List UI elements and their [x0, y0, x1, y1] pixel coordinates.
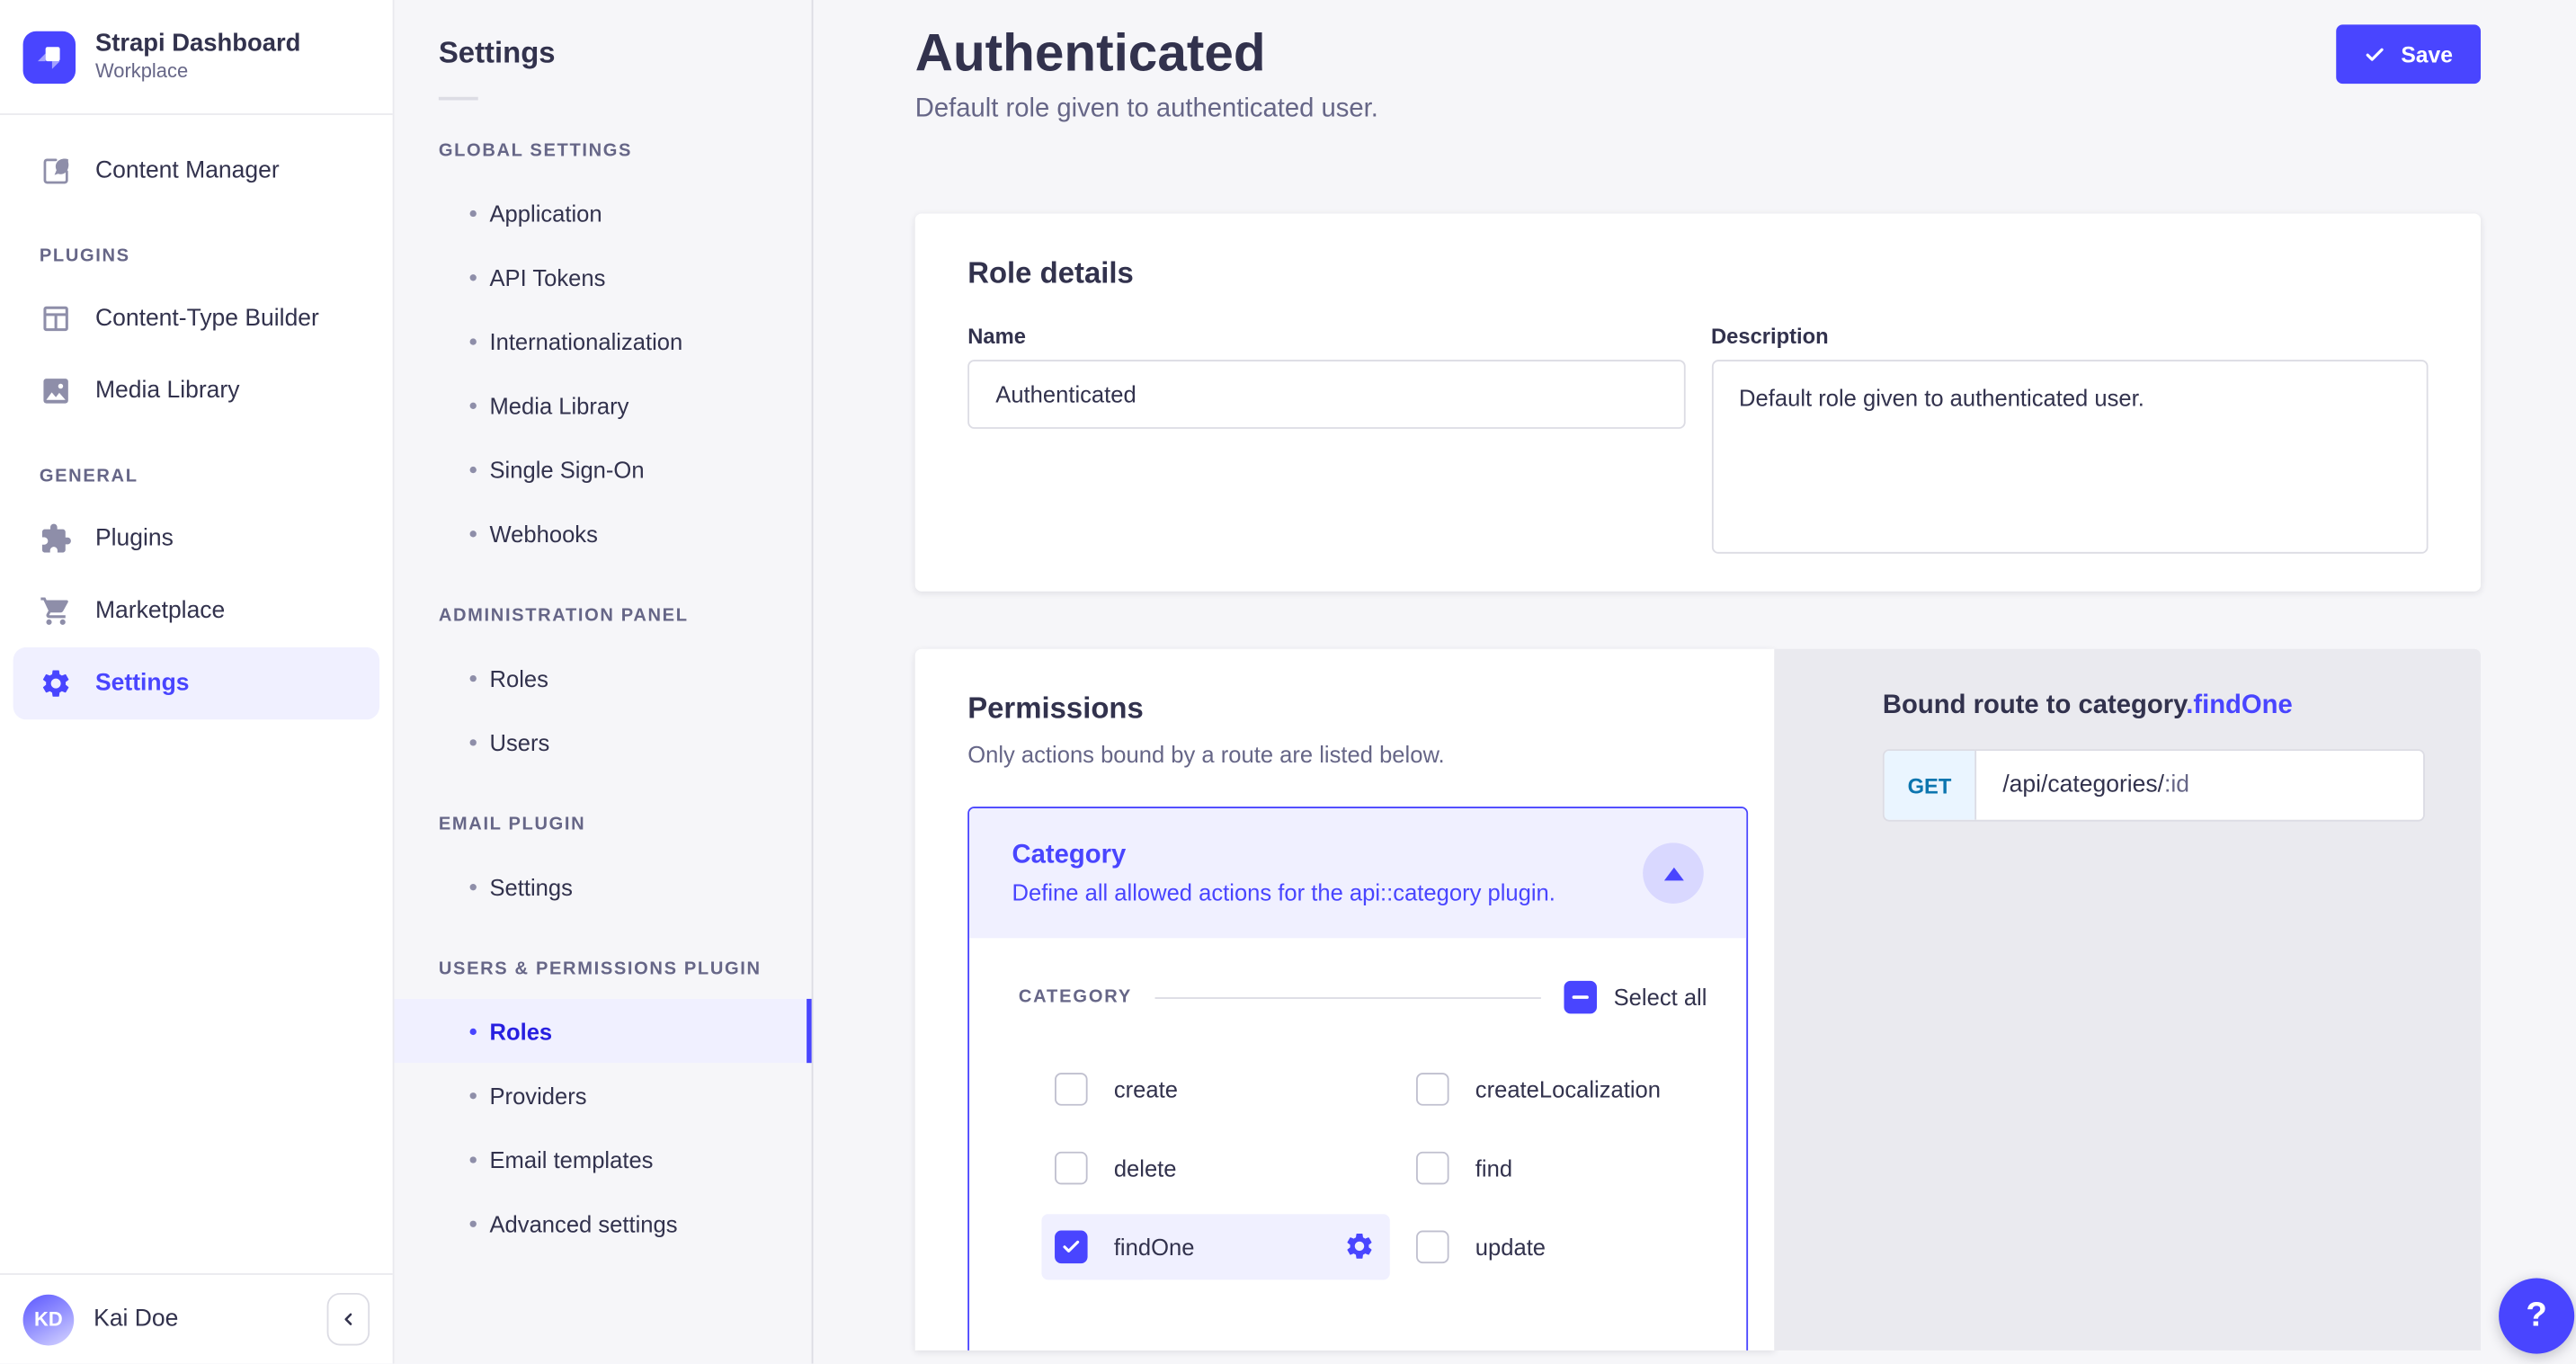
save-button[interactable]: Save [2337, 24, 2481, 84]
main-sidebar: Strapi Dashboard Workplace Content Manag… [0, 0, 395, 1364]
sidebar-item-content-type-builder[interactable]: Content-Type Builder [0, 282, 393, 354]
subnav-section-email-plugin: EMAIL PLUGIN [395, 774, 812, 855]
route-display: GET /api/categories/:id [1883, 749, 2425, 821]
subnav-item-providers[interactable]: Providers [395, 1063, 812, 1127]
check-icon [2365, 43, 2386, 65]
subnav-item-email-settings[interactable]: Settings [395, 854, 812, 918]
sidebar-item-content-manager[interactable]: Content Manager [0, 135, 393, 207]
delete-checkbox[interactable] [1055, 1152, 1088, 1185]
brand-subtitle: Workplace [95, 59, 300, 84]
subnav-item-webhooks[interactable]: Webhooks [395, 501, 812, 565]
http-method-badge: GET [1885, 751, 1976, 820]
subnav-item-api-tokens[interactable]: API Tokens [395, 245, 812, 308]
page-header: Authenticated Default role given to auth… [915, 20, 2481, 125]
help-button[interactable]: ? [2499, 1279, 2574, 1354]
subnav-item-media-library[interactable]: Media Library [395, 373, 812, 437]
role-details-heading: Role details [967, 256, 2428, 290]
permission-row-create: create [1041, 1056, 1389, 1122]
subnav-item-advanced-settings[interactable]: Advanced settings [395, 1191, 812, 1255]
bound-route-action: .findOne [2186, 691, 2293, 719]
name-label: Name [967, 324, 1685, 348]
settings-subnav: Settings GLOBAL SETTINGS Application API… [395, 0, 814, 1364]
page-subtitle: Default role given to authenticated user… [915, 95, 1378, 125]
permission-row-find: find [1403, 1136, 1748, 1201]
select-all-checkbox[interactable] [1564, 981, 1598, 1014]
sidebar-nav: Content Manager PLUGINS Content-Type Bui… [0, 115, 393, 1273]
chevron-left-icon [337, 1307, 361, 1331]
accordion-description: Define all allowed actions for the api::… [1012, 879, 1555, 905]
subnav-section-users-permissions-plugin: USERS & PERMISSIONS PLUGIN [395, 918, 812, 999]
subnav-item-single-sign-on[interactable]: Single Sign-On [395, 437, 812, 501]
sidebar-item-marketplace[interactable]: Marketplace [0, 575, 393, 647]
route-path: /api/categories/:id [1976, 751, 2423, 820]
strapi-logo-icon [23, 31, 76, 83]
plugins-puzzle-icon [40, 522, 73, 556]
permissions-heading: Permissions [967, 691, 1748, 726]
permission-row-delete: delete [1041, 1136, 1389, 1201]
subnav-item-email-templates[interactable]: Email templates [395, 1127, 812, 1190]
page-title: Authenticated [915, 20, 1378, 85]
subnav-item-up-roles[interactable]: Roles [395, 999, 812, 1063]
permission-group-label: CATEGORY [1019, 987, 1132, 1007]
media-library-icon [40, 375, 73, 408]
subnav-title: Settings [439, 36, 812, 70]
brand-title: Strapi Dashboard [95, 30, 300, 59]
role-name-input[interactable] [967, 360, 1685, 429]
settings-gear-icon [40, 667, 73, 700]
sidebar-item-label: Settings [95, 670, 190, 696]
sidebar-item-label: Content Manager [95, 157, 280, 183]
description-label: Description [1711, 324, 2429, 348]
role-description-textarea[interactable]: Default role given to authenticated user… [1711, 360, 2429, 554]
accordion-collapse-button[interactable] [1643, 842, 1704, 904]
subnav-section-global-settings: GLOBAL SETTINGS [395, 100, 812, 181]
accordion-title: Category [1012, 842, 1555, 871]
divider [1155, 996, 1541, 998]
category-accordion: Category Define all allowed actions for … [967, 807, 1748, 1351]
category-accordion-header[interactable]: Category Define all allowed actions for … [969, 808, 1746, 938]
createLocalization-checkbox[interactable] [1416, 1073, 1449, 1106]
sidebar-item-label: Marketplace [95, 598, 225, 624]
subnav-section-administration-panel: ADMINISTRATION PANEL [395, 566, 812, 646]
user-name: Kai Doe [94, 1306, 308, 1333]
update-checkbox[interactable] [1416, 1231, 1449, 1264]
strapi-admin-app: Strapi Dashboard Workplace Content Manag… [0, 0, 2576, 1364]
permission-row-createLocalization: createLocalization [1403, 1056, 1748, 1122]
sidebar-item-label: Media Library [95, 378, 240, 404]
bound-route-panel: Bound route to category.findOne GET /api… [1774, 649, 2481, 1351]
sidebar-item-settings[interactable]: Settings [13, 647, 379, 719]
workspace-switcher[interactable]: Strapi Dashboard Workplace [0, 0, 393, 113]
subnav-item-internationalization[interactable]: Internationalization [395, 309, 812, 373]
permissions-subtitle: Only actions bound by a route are listed… [967, 741, 1748, 767]
sidebar-section-general: GENERAL [0, 427, 393, 503]
chevron-up-icon [1663, 867, 1683, 880]
permissions-card: Permissions Only actions bound by a rout… [915, 649, 1775, 1351]
findOne-settings-button[interactable] [1344, 1231, 1377, 1264]
sidebar-item-label: Content-Type Builder [95, 306, 319, 332]
find-checkbox[interactable] [1416, 1152, 1449, 1185]
sidebar-item-media-library[interactable]: Media Library [0, 355, 393, 427]
sidebar-section-plugins: PLUGINS [0, 207, 393, 282]
role-details-card: Role details Name Description Default ro… [915, 214, 2481, 592]
sidebar-collapse-button[interactable] [327, 1293, 370, 1345]
route-path-param: :id [2164, 772, 2189, 798]
subnav-item-application[interactable]: Application [395, 181, 812, 245]
user-profile-row: KD Kai Doe [0, 1273, 393, 1363]
sidebar-item-label: Plugins [95, 526, 174, 552]
permission-row-findOne: findOne [1041, 1214, 1389, 1279]
subnav-item-admin-users[interactable]: Users [395, 709, 812, 773]
content-type-builder-icon [40, 302, 73, 335]
marketplace-cart-icon [40, 594, 73, 628]
sidebar-item-plugins[interactable]: Plugins [0, 503, 393, 575]
bound-route-heading: Bound route to category.findOne [1883, 691, 2481, 721]
main-content: Authenticated Default role given to auth… [813, 0, 2576, 1364]
findOne-checkbox[interactable] [1055, 1231, 1088, 1264]
select-all-label: Select all [1614, 984, 1707, 1010]
user-avatar[interactable]: KD [23, 1294, 75, 1345]
subnav-item-admin-roles[interactable]: Roles [395, 646, 812, 709]
permission-actions-grid: create createLocalization delete [1041, 1056, 1707, 1279]
content-manager-icon [40, 155, 73, 188]
permission-row-update: update [1403, 1214, 1748, 1279]
create-checkbox[interactable] [1055, 1073, 1088, 1106]
